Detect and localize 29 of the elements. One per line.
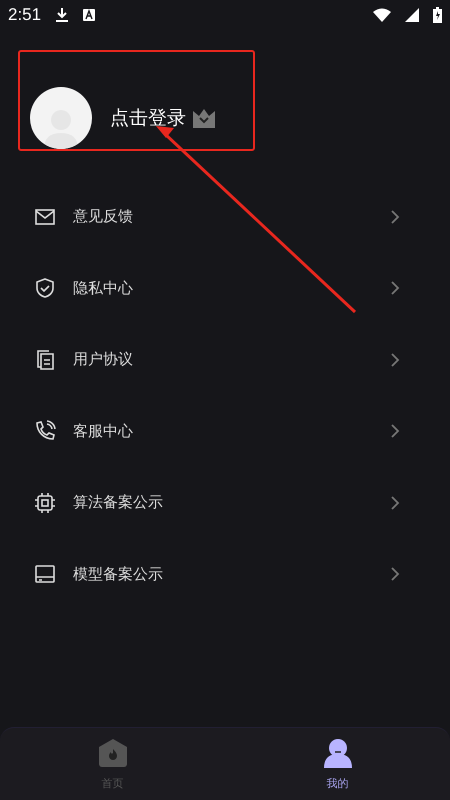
monitor-icon xyxy=(34,563,56,586)
chevron-right-icon xyxy=(391,496,400,510)
chevron-right-icon xyxy=(391,210,400,224)
home-icon xyxy=(98,738,128,768)
app-notification-icon xyxy=(83,9,96,21)
person-icon xyxy=(322,738,352,768)
crown-icon xyxy=(192,108,216,128)
document-icon xyxy=(34,348,56,371)
download-icon xyxy=(55,7,70,23)
chevron-right-icon xyxy=(391,281,400,296)
battery-icon xyxy=(433,7,442,23)
status-time: 2:51 xyxy=(8,5,42,25)
menu-item[interactable]: 算法备案公示 xyxy=(0,467,450,538)
person-icon xyxy=(44,109,78,149)
login-link[interactable]: 点击登录 xyxy=(110,105,186,131)
menu-item[interactable]: 意见反馈 xyxy=(0,181,450,252)
chevron-right-icon xyxy=(391,567,400,582)
phone-icon xyxy=(34,420,56,442)
menu-item[interactable]: 客服中心 xyxy=(0,396,450,467)
menu-item[interactable]: 隐私中心 xyxy=(0,252,450,324)
nav-tab[interactable]: 我的 xyxy=(225,728,450,800)
chip-icon xyxy=(34,492,56,514)
menu-item[interactable]: 用户协议 xyxy=(0,324,450,396)
wifi-icon xyxy=(373,8,391,22)
chevron-right-icon xyxy=(391,352,400,367)
menu-item[interactable]: 模型备案公示 xyxy=(0,538,450,610)
signal-icon xyxy=(405,8,419,22)
shield-check-icon xyxy=(34,277,56,300)
chevron-right-icon xyxy=(391,424,400,438)
